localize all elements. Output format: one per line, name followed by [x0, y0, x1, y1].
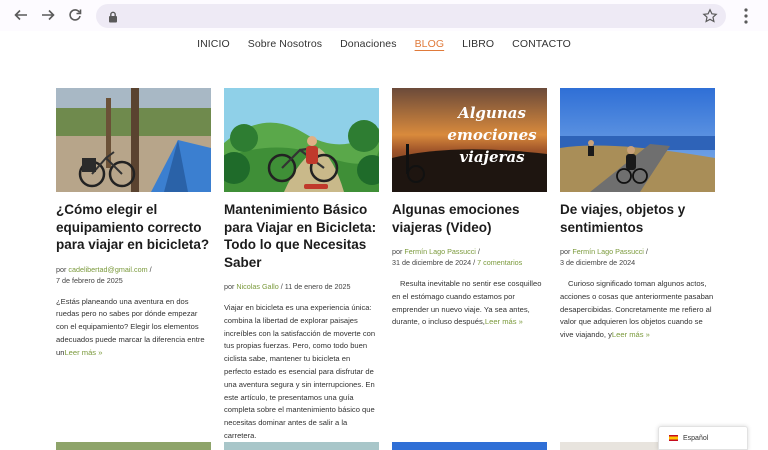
nav-sobre-nosotros[interactable]: Sobre Nosotros [248, 38, 322, 54]
post-date: 3 de diciembre de 2024 [560, 258, 636, 267]
next-post-thumbnail[interactable] [392, 442, 547, 450]
author-link[interactable]: Fermín Lago Passucci [572, 247, 644, 256]
back-arrow-icon[interactable] [12, 6, 30, 24]
post-card: Mantenimiento Básico para Viajar en Bici… [224, 88, 379, 443]
image-caption-line: Algunas [456, 104, 526, 122]
by-label: por [392, 247, 403, 256]
post-meta: por Nicolas Gallo / 11 de enero de 2025 [224, 281, 379, 292]
site-navigation: INICIO Sobre Nosotros Donaciones BLOG LI… [0, 38, 768, 54]
post-excerpt: ¿Estás planeando una aventura en dos rue… [56, 296, 211, 360]
browser-toolbar [0, 0, 768, 31]
reload-icon[interactable] [66, 6, 84, 24]
meta-separator: / [473, 258, 476, 267]
post-date: 7 de febrero de 2025 [56, 275, 123, 285]
post-title[interactable]: Algunas emociones viajeras (Video) [392, 201, 547, 236]
meta-separator: / [149, 264, 152, 274]
image-caption-line: emociones [447, 126, 537, 144]
post-card: Algunas emociones viajeras Algunas emoci… [392, 88, 547, 329]
language-switcher[interactable]: Español [658, 426, 748, 450]
read-more-link[interactable]: Leer más » [612, 330, 650, 339]
post-card: De viajes, objetos y sentimientos por Fe… [560, 88, 715, 342]
next-post-thumbnail[interactable] [56, 442, 211, 450]
bookmark-star-icon[interactable] [702, 8, 718, 24]
post-thumbnail-viajes[interactable] [560, 88, 715, 192]
language-label: Español [683, 434, 709, 442]
comments-link[interactable]: 7 comentarios [477, 258, 522, 267]
author-link[interactable]: cadelibertad@gmail.com [68, 265, 147, 274]
post-title[interactable]: ¿Cómo elegir el equipamiento correcto pa… [56, 201, 211, 254]
post-excerpt: Curioso significado toman algunos actos,… [560, 278, 715, 342]
post-excerpt: Resulta inevitable no sentir ese cosquil… [392, 278, 547, 329]
nav-donaciones[interactable]: Donaciones [340, 38, 396, 54]
forward-arrow-icon[interactable] [39, 6, 57, 24]
by-label: por [224, 282, 235, 291]
address-bar[interactable] [96, 4, 726, 28]
meta-separator: / [645, 247, 648, 256]
post-thumbnail-camping[interactable] [56, 88, 211, 192]
post-excerpt: Viajar en bicicleta es una experiencia ú… [224, 302, 379, 443]
nav-libro[interactable]: LIBRO [462, 38, 494, 54]
lock-icon[interactable] [106, 9, 120, 23]
meta-separator: / [280, 282, 283, 291]
post-card: ¿Cómo elegir el equipamiento correcto pa… [56, 88, 211, 359]
post-title[interactable]: De viajes, objetos y sentimientos [560, 201, 715, 236]
post-thumbnail-maintenance[interactable] [224, 88, 379, 192]
by-label: por [56, 264, 67, 274]
post-title[interactable]: Mantenimiento Básico para Viajar en Bici… [224, 201, 379, 271]
post-thumbnail-emociones[interactable]: Algunas emociones viajeras [392, 88, 547, 192]
by-label: por [560, 247, 571, 256]
next-post-thumbnail[interactable] [224, 442, 379, 450]
post-meta: por cadelibertad@gmail.com / 7 de febrer… [56, 264, 211, 286]
nav-contacto[interactable]: CONTACTO [512, 38, 571, 54]
menu-kebab-icon[interactable] [740, 7, 752, 25]
post-date: 31 de diciembre de 2024 [392, 258, 472, 267]
post-meta: por Fermín Lago Passucci / 31 de diciemb… [392, 246, 547, 268]
read-more-link[interactable]: Leer más » [485, 317, 523, 326]
author-link[interactable]: Fermín Lago Passucci [404, 247, 476, 256]
author-link[interactable]: Nicolas Gallo [236, 282, 278, 291]
nav-inicio[interactable]: INICIO [197, 38, 230, 54]
nav-blog[interactable]: BLOG [415, 38, 445, 54]
meta-separator: / [477, 247, 480, 256]
image-caption-line: viajeras [459, 148, 525, 166]
excerpt-text: Viajar en bicicleta es una experiencia ú… [224, 303, 376, 440]
read-more-link[interactable]: Leer más » [64, 348, 102, 357]
post-meta: por Fermín Lago Passucci / 3 de diciembr… [560, 246, 715, 268]
post-date: 11 de enero de 2025 [284, 282, 351, 291]
spain-flag-icon [669, 435, 678, 441]
